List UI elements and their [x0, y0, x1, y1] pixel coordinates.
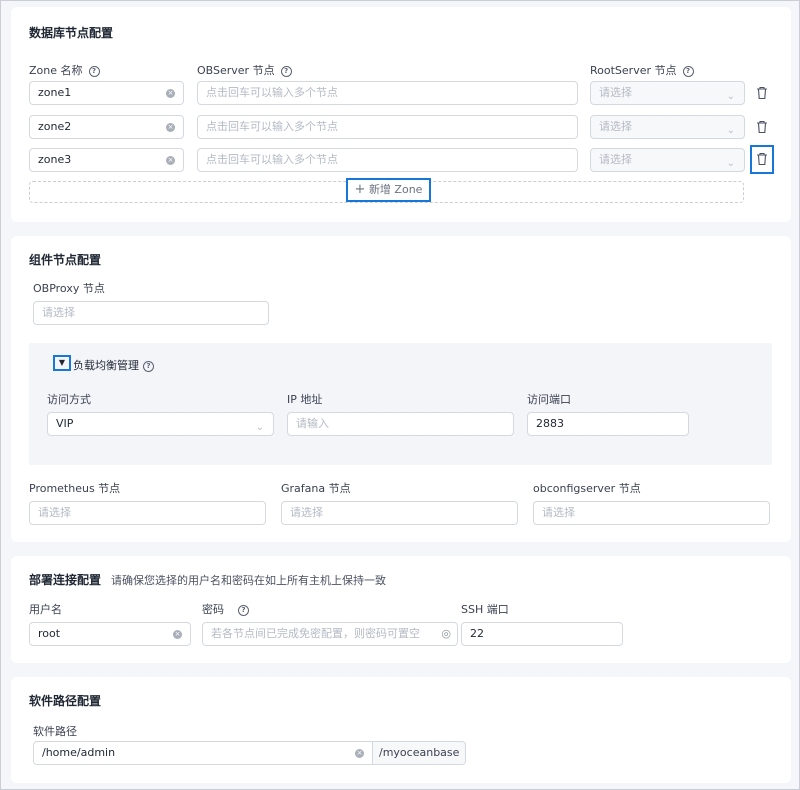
rootserver-header: RootServer 节点?	[590, 62, 694, 78]
password-label: 密码?	[202, 601, 249, 617]
chevron-down-icon: ⌄	[726, 91, 735, 102]
help-icon[interactable]: ?	[88, 65, 100, 77]
password-input[interactable]: 若各节点间已完成免密配置，则密码可置空 ◎	[202, 622, 458, 646]
plus-icon: +	[354, 182, 366, 197]
ip-label: IP 地址	[287, 393, 323, 406]
add-zone-button[interactable]: + 新增 Zone	[346, 178, 431, 202]
lb-title: 负载均衡管理?	[73, 357, 154, 373]
zone-name-input[interactable]: zone1 ×	[29, 81, 184, 105]
delete-zone-icon[interactable]	[756, 86, 768, 100]
deploy-card: 部署连接配置 请确保您选择的用户名和密码在如上所有主机上保持一致 用户名 root…	[11, 556, 791, 663]
path-input[interactable]: /home/admin ×	[33, 741, 373, 765]
zone-name-input[interactable]: zone2 ×	[29, 115, 184, 139]
zone-name-header: Zone 名称?	[29, 62, 100, 78]
software-title: 软件路径配置	[29, 694, 102, 708]
chevron-down-icon: ⌄	[726, 158, 735, 169]
chevron-down-icon: ⌄	[726, 125, 735, 136]
port-label: 访问端口	[527, 393, 571, 406]
prometheus-select[interactable]: 请选择	[29, 501, 266, 525]
clear-icon[interactable]: ×	[166, 89, 175, 98]
ssh-port-label: SSH 端口	[461, 603, 509, 616]
obproxy-select[interactable]: 请选择	[33, 301, 269, 325]
observer-input[interactable]: 点击回车可以输入多个节点	[197, 115, 578, 139]
help-icon[interactable]: ?	[143, 360, 154, 372]
prometheus-label: Prometheus 节点	[29, 482, 121, 495]
rootserver-select[interactable]: 请选择 ⌄	[590, 81, 745, 105]
collapse-toggle[interactable]: ▼	[53, 355, 71, 371]
help-icon[interactable]: ?	[238, 604, 249, 616]
observer-input[interactable]: 点击回车可以输入多个节点	[197, 148, 578, 172]
deploy-hint: 请确保您选择的用户名和密码在如上所有主机上保持一致	[111, 574, 387, 587]
grafana-label: Grafana 节点	[281, 482, 351, 495]
access-method-label: 访问方式	[47, 393, 91, 406]
obproxy-label: OBProxy 节点	[33, 282, 105, 295]
clear-icon[interactable]: ×	[166, 156, 175, 165]
deploy-title: 部署连接配置 请确保您选择的用户名和密码在如上所有主机上保持一致	[29, 573, 387, 587]
help-icon[interactable]: ?	[280, 65, 292, 77]
clear-icon[interactable]: ×	[355, 749, 364, 758]
path-label: 软件路径	[33, 725, 77, 738]
grafana-select[interactable]: 请选择	[281, 501, 518, 525]
access-method-select[interactable]: VIP ⌄	[47, 412, 274, 436]
username-input[interactable]: root ×	[29, 622, 191, 646]
help-icon[interactable]: ?	[682, 65, 694, 77]
port-input[interactable]: 2883	[527, 412, 689, 436]
username-label: 用户名	[29, 603, 62, 616]
observer-header: OBServer 节点?	[197, 62, 292, 78]
load-balancer-panel: ▼ 负载均衡管理? 访问方式 VIP ⌄ IP 地址 请输入 访问端口 2883	[29, 343, 772, 465]
zone-name-input[interactable]: zone3 ×	[29, 148, 184, 172]
obconfig-label: obconfigserver 节点	[533, 482, 641, 495]
delete-zone-icon[interactable]	[750, 145, 774, 174]
clear-icon[interactable]: ×	[166, 123, 175, 132]
components-card: 组件节点配置 OBProxy 节点 请选择 ▼ 负载均衡管理? 访问方式 VIP…	[11, 236, 791, 542]
db-nodes-card: 数据库节点配置 Zone 名称? OBServer 节点? RootServer…	[11, 7, 791, 222]
db-nodes-title: 数据库节点配置	[29, 26, 114, 40]
clear-icon[interactable]: ×	[173, 630, 182, 639]
chevron-down-icon: ⌄	[255, 422, 264, 433]
rootserver-select[interactable]: 请选择 ⌄	[590, 115, 745, 139]
path-suffix: /myoceanbase	[373, 741, 467, 765]
rootserver-select[interactable]: 请选择 ⌄	[590, 148, 745, 172]
obconfig-select[interactable]: 请选择	[533, 501, 770, 525]
ssh-port-input[interactable]: 22	[461, 622, 623, 646]
delete-zone-icon[interactable]	[756, 120, 768, 134]
components-title: 组件节点配置	[29, 253, 102, 267]
observer-input[interactable]: 点击回车可以输入多个节点	[197, 81, 578, 105]
eye-off-icon[interactable]: ◎	[441, 623, 451, 645]
ip-input[interactable]: 请输入	[287, 412, 514, 436]
software-card: 软件路径配置 软件路径 /home/admin × /myoceanbase	[11, 677, 791, 783]
